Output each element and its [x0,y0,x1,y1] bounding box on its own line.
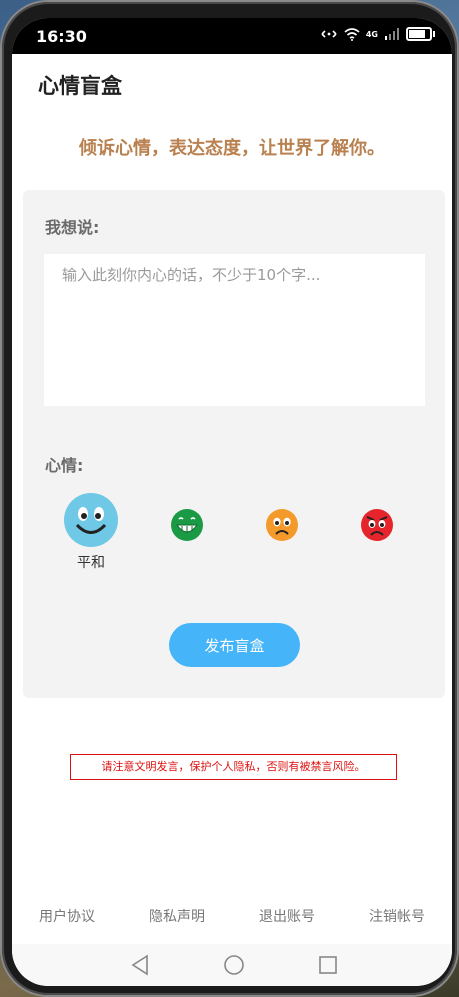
screen: 16:30 4G 心情盲盒 倾诉心情，表达态度，让世界了解你。 我想说: 心情: [12,18,452,986]
calm-face-icon [64,493,118,547]
bluetooth-icon [321,30,337,38]
mood-option-label: 平和 [77,555,105,571]
mood-label: 心情: [45,456,84,475]
delete-account-link[interactable]: 注销帐号 [369,906,425,926]
mood-option-grin[interactable] [170,508,204,542]
recents-icon[interactable] [318,954,338,976]
mood-option-worried[interactable] [265,508,299,542]
mood-text-input[interactable] [44,254,425,406]
publish-button[interactable]: 发布盲盒 [169,623,300,667]
back-icon[interactable] [130,954,150,976]
mood-option-angry[interactable] [360,508,394,542]
footer-links: 用户协议 隐私声明 退出账号 注销帐号 [12,906,452,926]
status-time: 16:30 [36,27,87,46]
status-bar: 16:30 4G [12,18,452,54]
worried-face-icon [266,509,298,541]
home-icon[interactable] [223,954,245,976]
logout-link[interactable]: 退出账号 [259,906,315,926]
phone-frame: 16:30 4G 心情盲盒 倾诉心情，表达态度，让世界了解你。 我想说: 心情: [2,2,457,995]
network-label: 4G [365,29,378,39]
slogan: 倾诉心情，表达态度，让世界了解你。 [79,138,385,159]
say-label: 我想说: [45,218,100,237]
page-title: 心情盲盒 [38,74,122,98]
mood-option-calm[interactable]: 平和 [63,492,119,572]
grin-face-icon [171,509,203,541]
angry-face-icon [361,509,393,541]
post-card: 我想说: 心情: 平和 [23,190,445,698]
status-icons: 4G [320,27,435,41]
signal-icon [385,28,399,40]
battery-icon [406,27,435,41]
privacy-statement-link[interactable]: 隐私声明 [149,906,205,926]
wifi-icon [344,27,360,41]
system-nav-bar [12,944,452,986]
warning-notice: 请注意文明发言，保护个人隐私，否则有被禁言风险。 [70,754,397,780]
user-agreement-link[interactable]: 用户协议 [39,906,95,926]
